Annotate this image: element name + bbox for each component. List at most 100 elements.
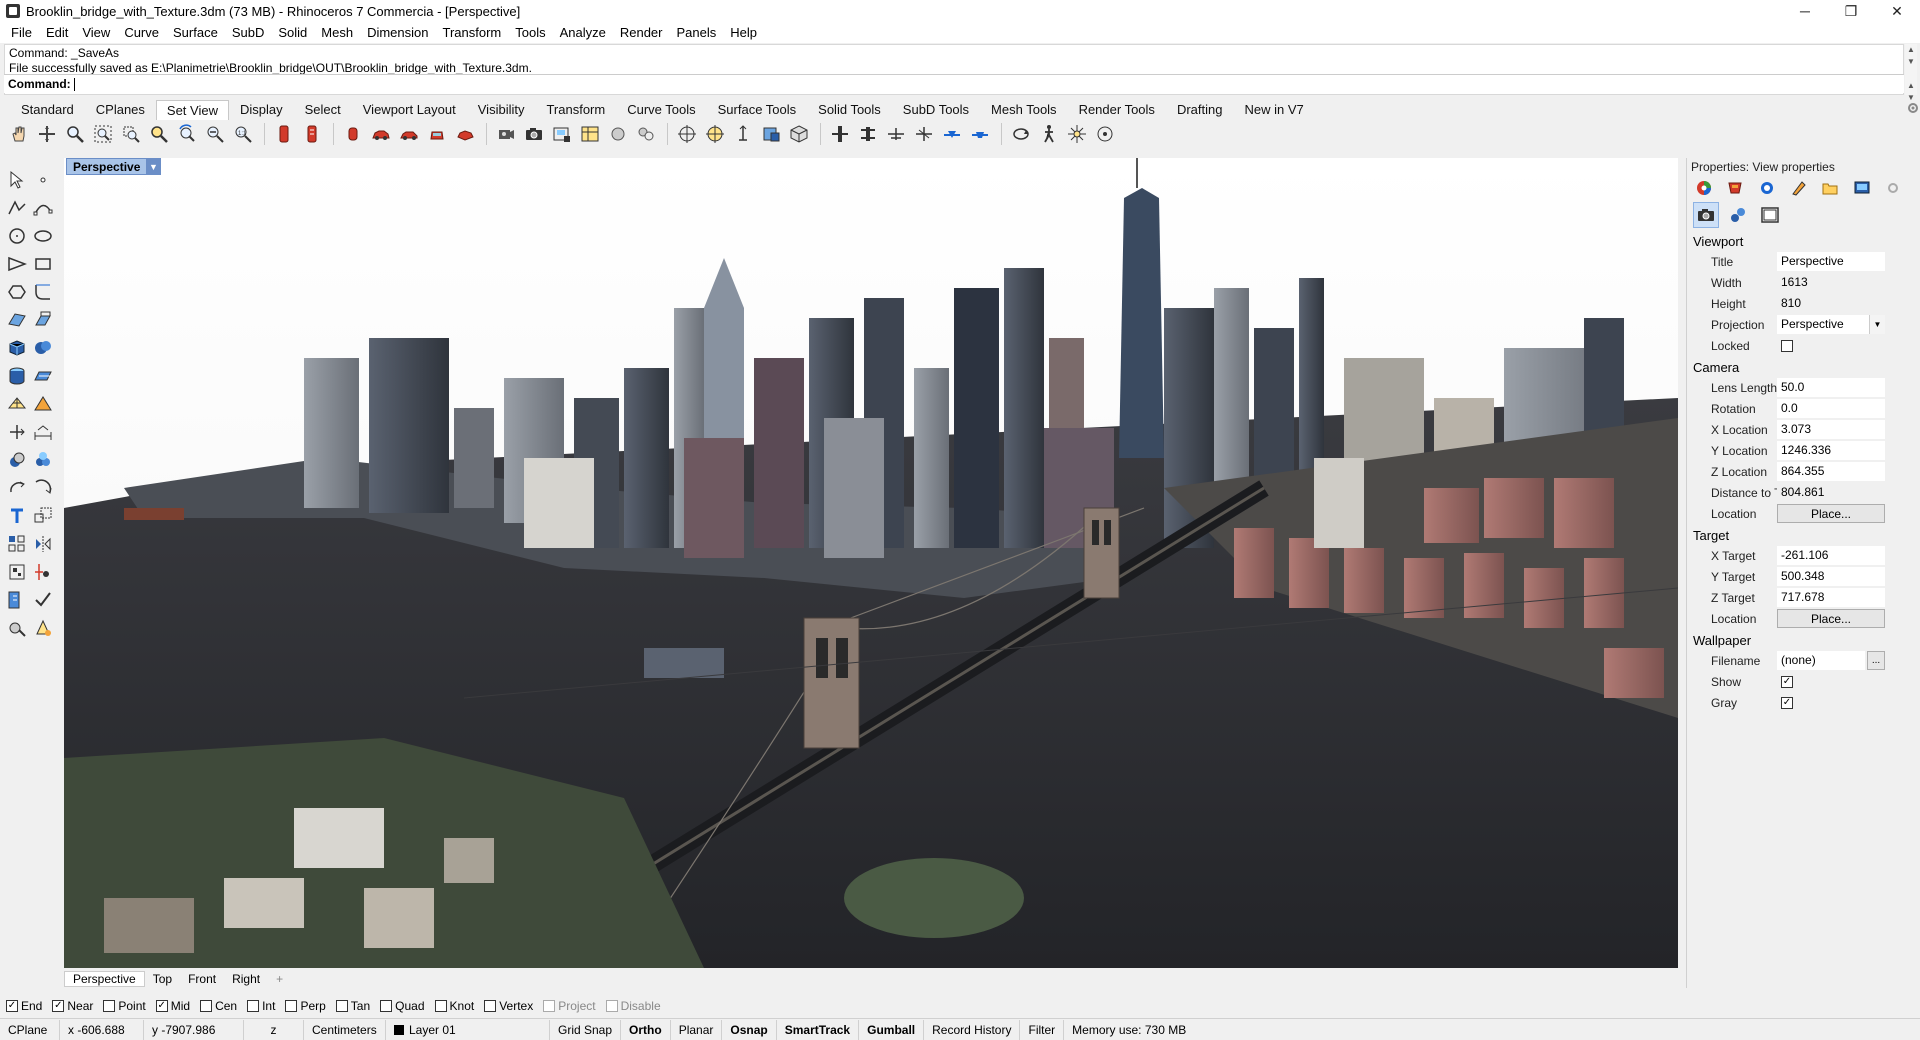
set-target-icon[interactable]: [702, 122, 728, 146]
tab-subd-tools[interactable]: SubD Tools: [892, 99, 980, 120]
x-location-field[interactable]: 3.073: [1777, 420, 1885, 439]
decal-brush-icon[interactable]: [1788, 178, 1810, 198]
menu-help[interactable]: Help: [723, 25, 764, 40]
named-cplane-icon[interactable]: [577, 122, 603, 146]
grid-snap-toggle[interactable]: Grid Snap: [550, 1019, 622, 1040]
check-icon[interactable]: [31, 588, 55, 612]
mesh-render-icon[interactable]: [31, 392, 55, 416]
tab-standard[interactable]: Standard: [10, 99, 85, 120]
lens-length-field[interactable]: 50.0: [1777, 378, 1885, 397]
zoom-out-icon[interactable]: [202, 122, 228, 146]
snapshot-icon[interactable]: [633, 122, 659, 146]
restore-button[interactable]: ❐: [1828, 0, 1874, 22]
minimize-button[interactable]: ─: [1782, 0, 1828, 22]
point-icon[interactable]: [31, 168, 55, 192]
polyline-icon[interactable]: [5, 196, 29, 220]
zoom-selected-icon[interactable]: [146, 122, 172, 146]
rotate-3d-icon[interactable]: [31, 476, 55, 500]
z-target-field[interactable]: 717.678: [1777, 588, 1885, 607]
light-icon[interactable]: [1064, 122, 1090, 146]
scale-icon[interactable]: [31, 504, 55, 528]
sphere-icon[interactable]: [31, 336, 55, 360]
walkabout-icon[interactable]: [1036, 122, 1062, 146]
tab-transform[interactable]: Transform: [535, 99, 616, 120]
show-checkbox[interactable]: ✓: [1781, 675, 1793, 688]
material-icon[interactable]: [1725, 178, 1747, 198]
osnap-disable[interactable]: Disable: [605, 999, 661, 1013]
menu-analyze[interactable]: Analyze: [553, 25, 613, 40]
tab-visibility[interactable]: Visibility: [467, 99, 536, 120]
target-crosshair-icon[interactable]: [674, 122, 700, 146]
viewport-tab-front[interactable]: Front: [180, 972, 224, 986]
right-view-car-icon[interactable]: [396, 122, 422, 146]
osnap-checkbox[interactable]: [484, 1000, 497, 1012]
named-position-icon[interactable]: [1092, 122, 1118, 146]
dimension-icon[interactable]: [31, 420, 55, 444]
osnap-checkbox[interactable]: ✓: [155, 1000, 168, 1012]
menu-transform[interactable]: Transform: [435, 25, 508, 40]
boolean-difference-icon[interactable]: [31, 448, 55, 472]
undo-view-icon[interactable]: [174, 122, 200, 146]
viewport-tab-perspective[interactable]: Perspective: [64, 971, 145, 987]
osnap-perp[interactable]: Perp: [285, 999, 326, 1013]
tab-drafting[interactable]: Drafting: [1166, 99, 1234, 120]
texture-mapping-icon[interactable]: [1756, 178, 1778, 198]
tab-set-view[interactable]: Set View: [155, 99, 229, 120]
tab-mesh-tools[interactable]: Mesh Tools: [980, 99, 1068, 120]
osnap-end[interactable]: ✓ End: [6, 999, 42, 1013]
viewport-menu-chevron-down-icon[interactable]: ▼: [146, 159, 161, 174]
group-icon[interactable]: [5, 560, 29, 584]
front-view-car-icon[interactable]: [368, 122, 394, 146]
curve-control-points-icon[interactable]: [31, 196, 55, 220]
menu-dimension[interactable]: Dimension: [360, 25, 435, 40]
osnap-int[interactable]: Int: [247, 999, 275, 1013]
gumball-toggle[interactable]: Gumball: [859, 1019, 925, 1040]
projection-select[interactable]: Perspective ▼: [1777, 315, 1885, 334]
analyze-icon[interactable]: [5, 616, 29, 640]
camera-icon[interactable]: [521, 122, 547, 146]
smarttrack-toggle[interactable]: SmartTrack: [777, 1019, 860, 1040]
osnap-cen[interactable]: Cen: [200, 999, 237, 1013]
tab-cplanes[interactable]: CPlanes: [85, 99, 156, 120]
osnap-mid[interactable]: ✓ Mid: [155, 999, 190, 1013]
osnap-vertex[interactable]: Vertex: [484, 999, 533, 1013]
osnap-checkbox[interactable]: [380, 1000, 393, 1012]
menu-curve[interactable]: Curve: [117, 25, 166, 40]
menu-render[interactable]: Render: [613, 25, 670, 40]
rotate-view-icon[interactable]: [34, 122, 60, 146]
menu-panels[interactable]: Panels: [669, 25, 723, 40]
wallpaper-tab-icon[interactable]: [1757, 202, 1783, 228]
top-view-car-icon[interactable]: [340, 122, 366, 146]
circle-icon[interactable]: [5, 224, 29, 248]
plane-side-icon[interactable]: [911, 122, 937, 146]
osnap-near[interactable]: ✓ Near: [52, 999, 93, 1013]
options-gear-icon[interactable]: [1882, 178, 1904, 198]
zoom-window-icon[interactable]: [118, 122, 144, 146]
plane-front-icon[interactable]: [939, 122, 965, 146]
viewport-title-tab[interactable]: Perspective ▼: [66, 158, 162, 175]
array-icon[interactable]: [5, 532, 29, 556]
command-line[interactable]: Command:: [4, 74, 1904, 93]
camera-place-button[interactable]: Place...: [1777, 504, 1885, 523]
view-properties-icon[interactable]: [1851, 178, 1873, 198]
osnap-quad[interactable]: Quad: [380, 999, 425, 1013]
extrude-surface-icon[interactable]: [31, 364, 55, 388]
color-wheel-icon[interactable]: [1693, 178, 1715, 198]
tab-viewport-layout[interactable]: Viewport Layout: [352, 99, 467, 120]
boolean-union-icon[interactable]: [5, 448, 29, 472]
camera-target-icon[interactable]: [493, 122, 519, 146]
osnap-tan[interactable]: Tan: [335, 999, 370, 1013]
menu-surface[interactable]: Surface: [166, 25, 225, 40]
close-button[interactable]: ✕: [1874, 0, 1920, 22]
osnap-checkbox[interactable]: [285, 1000, 298, 1012]
wallpaper-filename-field[interactable]: (none): [1777, 651, 1865, 670]
chevron-down-icon[interactable]: ▼: [1869, 315, 1885, 334]
layer-indicator[interactable]: Layer 01: [386, 1019, 550, 1040]
osnap-checkbox[interactable]: ✓: [6, 1000, 18, 1012]
locked-checkbox[interactable]: [1781, 339, 1793, 352]
sphere-view-icon[interactable]: [605, 122, 631, 146]
camera-tab-icon[interactable]: [1693, 202, 1719, 228]
z-location-field[interactable]: 864.355: [1777, 462, 1885, 481]
tab-new-in-v7[interactable]: New in V7: [1233, 99, 1314, 120]
move-icon[interactable]: [5, 420, 29, 444]
